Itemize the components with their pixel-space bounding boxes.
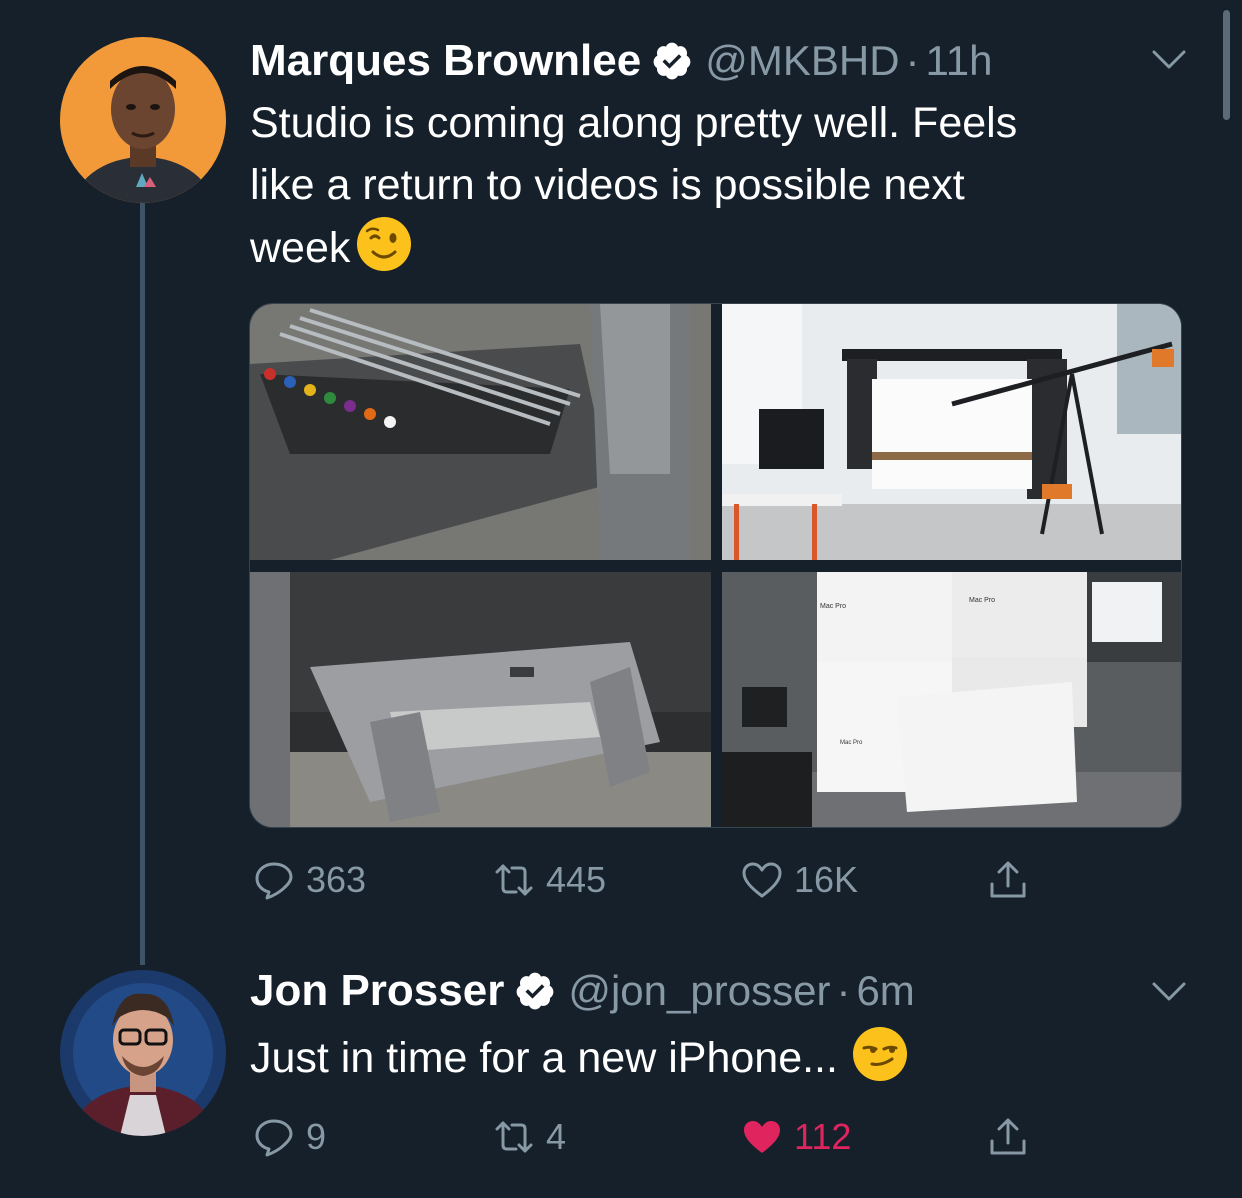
media-grid[interactable]: Mac Pro Mac Pro Mac Pro [249,303,1182,828]
media-photo-desk[interactable] [250,572,711,827]
share-icon [986,858,1030,902]
handle[interactable]: @MKBHD [705,37,899,85]
scrollbar[interactable] [1223,10,1230,120]
avatar-mkbhd-image [60,37,226,203]
tweet-text: Studio is coming along pretty well. Feel… [250,92,1150,279]
tweet-text-line: like a return to videos is possible next [250,161,965,209]
verified-badge-icon [514,970,556,1012]
retweet-icon [492,1115,536,1159]
chevron-down-icon[interactable] [1150,48,1188,72]
tweet-text-word: week [250,224,351,272]
timeline-thread: Marques Brownlee @MKBHD · 11h Studio is … [0,0,1242,1198]
retweet-count: 445 [546,859,607,900]
avatar[interactable] [60,37,226,203]
reply-button[interactable]: 363 [252,855,366,905]
tweet-actions: 9 4 112 [250,1112,1050,1162]
retweet-count: 4 [546,1116,567,1157]
like-count: 16K [794,859,859,900]
reply-count: 363 [306,859,367,900]
winking-face-emoji-icon [356,216,412,272]
tweet-header: Jon Prosser @jon_prosser · 6m [250,966,915,1016]
tweet-header: Marques Brownlee @MKBHD · 11h [250,36,993,86]
tweet-text: Just in time for a new iPhone... [250,1026,1150,1089]
media-photo-mac-pro-boxes[interactable]: Mac Pro Mac Pro Mac Pro [722,572,1181,827]
box-label: Mac Pro [820,603,846,610]
like-button[interactable]: 112 [740,1112,851,1162]
heart-icon [740,858,784,902]
chevron-down-icon[interactable] [1150,980,1188,1004]
share-icon [986,1115,1030,1159]
retweet-icon [492,858,536,902]
timestamp[interactable]: 11h [926,37,993,85]
retweet-button[interactable]: 4 [492,1112,566,1162]
like-button[interactable]: 16K [740,855,858,905]
smirking-face-emoji-icon [852,1026,908,1082]
reply-icon [252,858,296,902]
box-label: Mac Pro [969,597,995,604]
media-photo-pool-table[interactable] [250,304,711,560]
tweet-text-line: Studio is coming along pretty well. Feel… [250,99,1018,147]
avatar-jon-prosser-image [60,970,226,1136]
handle[interactable]: @jon_prosser [568,967,830,1015]
reply-button[interactable]: 9 [252,1112,326,1162]
tweet-text-line: week [250,216,1150,279]
separator-dot: · [836,967,851,1014]
heart-filled-icon [740,1115,784,1159]
timestamp[interactable]: 6m [856,967,914,1015]
display-name[interactable]: Marques Brownlee [250,36,641,86]
verified-badge-icon [651,40,693,82]
tweet-actions: 363 445 16K [250,855,1050,905]
media-photo-studio[interactable] [722,304,1181,560]
reply-icon [252,1115,296,1159]
tweet-text-line: Just in time for a new iPhone... [250,1034,838,1082]
reply-count: 9 [306,1116,327,1157]
thread-connector-line [140,200,145,965]
like-count: 112 [794,1116,852,1157]
separator-dot: · [905,37,920,84]
share-button[interactable] [986,1112,1030,1162]
retweet-button[interactable]: 445 [492,855,606,905]
box-label: Mac Pro [840,740,863,746]
avatar[interactable] [60,970,226,1136]
share-button[interactable] [986,855,1030,905]
display-name[interactable]: Jon Prosser [250,966,504,1016]
